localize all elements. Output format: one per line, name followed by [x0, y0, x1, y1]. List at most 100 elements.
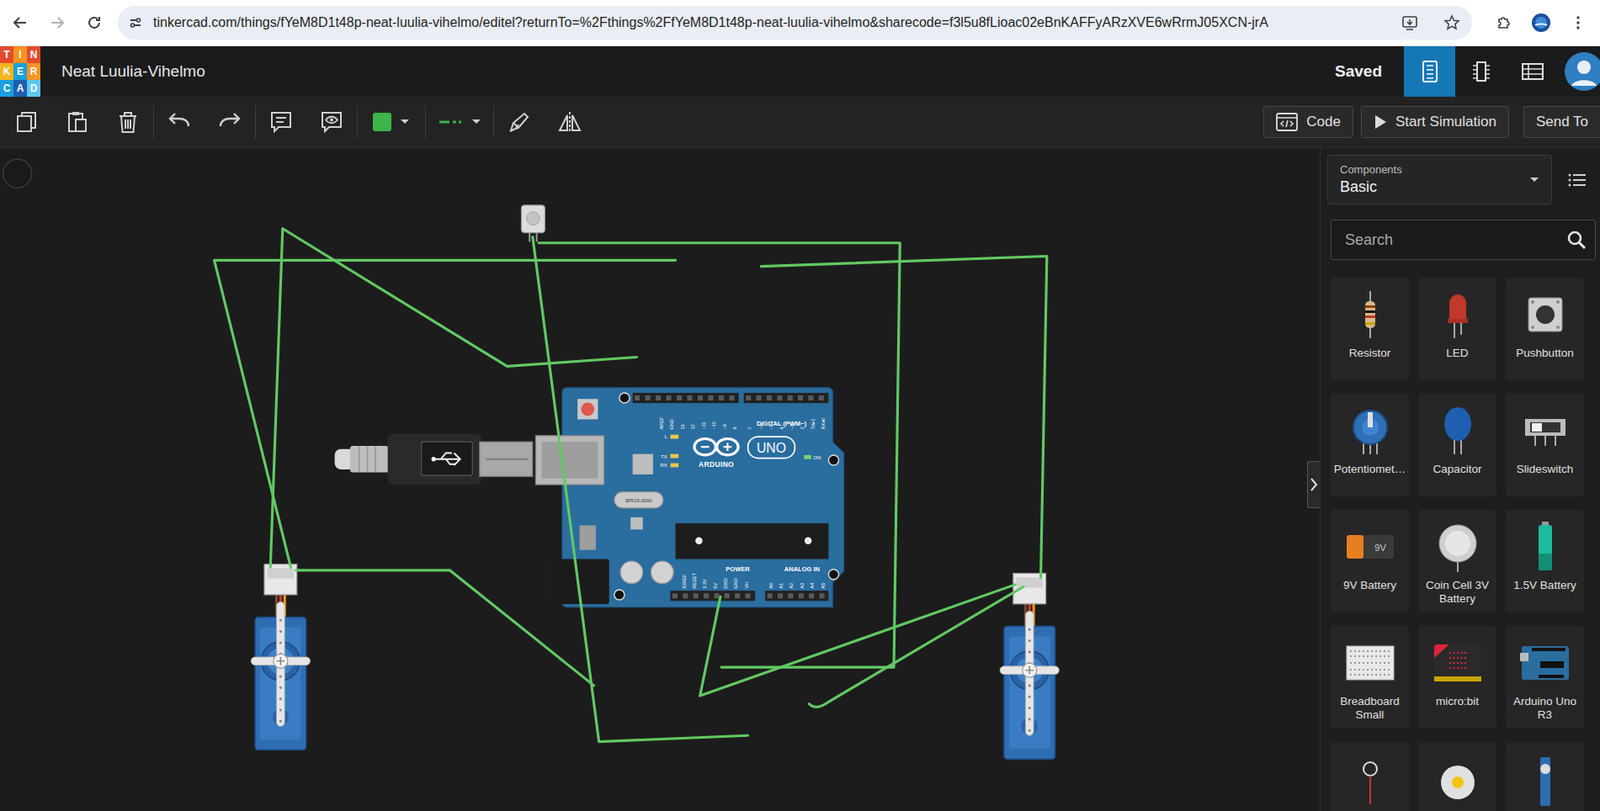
microbit-icon [1430, 636, 1485, 691]
component-item[interactable] [1505, 742, 1585, 811]
model-label: UNO [756, 441, 787, 456]
back-button[interactable] [3, 5, 38, 40]
component-item[interactable]: Pushbutton [1505, 277, 1585, 381]
component-item[interactable]: LED [1418, 277, 1497, 381]
component-item[interactable]: Slideswitch [1505, 393, 1585, 497]
toolbar-button[interactable]: Code [1263, 106, 1354, 139]
design-title[interactable]: Neat Luulia-Vihelmo [61, 62, 206, 81]
pin-label: Vin [744, 582, 750, 590]
toolbar-separator [425, 105, 426, 139]
component-item[interactable]: Arduino Uno R3 [1505, 626, 1585, 729]
copy-button[interactable] [5, 103, 48, 141]
view-button[interactable] [1455, 46, 1507, 97]
wire[interactable] [760, 256, 1047, 579]
usb-cable[interactable] [334, 433, 533, 485]
install-app-icon[interactable] [1401, 14, 1419, 32]
user-avatar[interactable] [1564, 52, 1600, 91]
site-settings-icon[interactable] [127, 15, 144, 31]
component-item[interactable] [1418, 742, 1497, 811]
undo-icon [166, 109, 192, 135]
delete-button[interactable] [106, 103, 149, 141]
component-search[interactable] [1330, 219, 1596, 261]
slideswitch-icon [1518, 403, 1573, 458]
component-label: Resistor [1349, 346, 1392, 361]
model-badge [748, 436, 796, 458]
logo-letter: K [0, 63, 14, 80]
wire[interactable] [270, 228, 637, 568]
usb-symbol-icon [433, 452, 461, 466]
browser-menu-button[interactable] [1561, 5, 1595, 40]
component-item[interactable]: micro:bit [1418, 626, 1497, 729]
component-item[interactable]: Resistor [1330, 277, 1409, 381]
tinkercad-logo[interactable]: TINKERCAD [0, 46, 41, 97]
servo-motor[interactable] [999, 574, 1059, 761]
component-item[interactable]: 9V9V Battery [1330, 510, 1409, 613]
toolbar-button[interactable]: Start Simulation [1360, 106, 1510, 139]
component-item[interactable]: Coin Cell 3V Battery [1418, 510, 1497, 613]
paste-button[interactable] [56, 103, 99, 141]
note-eye-icon [318, 109, 345, 135]
pin-label: A5 [820, 583, 826, 590]
microcontroller-chip [675, 523, 830, 559]
button-label: Start Simulation [1395, 113, 1497, 131]
wire[interactable] [532, 236, 749, 742]
pin-label: 12 [690, 424, 696, 430]
wire-color-picker[interactable] [361, 103, 421, 141]
view-button[interactable] [1506, 46, 1558, 97]
breadboard-icon [1343, 636, 1398, 691]
search-input[interactable] [1343, 230, 1567, 250]
notes-button[interactable] [260, 103, 303, 141]
arduino-board[interactable]: AREFGND1312~11~10~987~6~54~32TX▸1RX◂0DIG… [535, 388, 844, 608]
search-icon[interactable] [1566, 229, 1587, 250]
view-button[interactable] [1403, 46, 1456, 97]
flip-button[interactable] [548, 103, 591, 141]
category-dropdown[interactable]: ComponentsBasic [1327, 154, 1553, 205]
browser-toolbar: tinkercad.com/things/fYeM8D1t48p-neat-lu… [0, 0, 1600, 47]
toolbar-separator [356, 105, 358, 139]
forward-button[interactable] [40, 5, 75, 40]
component-item[interactable]: 1.5V Battery [1505, 510, 1585, 613]
reset-button[interactable] [577, 398, 598, 420]
servo-icon [1518, 752, 1573, 807]
pin-label: AREF [659, 416, 665, 430]
wire-style-picker[interactable] [430, 103, 490, 141]
wire[interactable] [808, 586, 1024, 707]
trash-icon [115, 109, 141, 135]
mount-hole [828, 455, 839, 466]
address-bar[interactable]: tinkercad.com/things/fYeM8D1t48p-neat-lu… [117, 5, 1473, 40]
profile-button[interactable] [1524, 5, 1558, 40]
canvas-area[interactable]: AREFGND1312~11~10~987~6~54~32TX▸1RX◂0DIG… [0, 148, 1320, 811]
component-list-icon [1520, 61, 1545, 82]
component-label: Potentiomet… [1334, 462, 1407, 477]
component-item[interactable]: Capacitor [1418, 393, 1497, 497]
undo-button[interactable] [158, 103, 201, 141]
wire[interactable] [214, 260, 676, 568]
extensions-button[interactable] [1487, 5, 1521, 40]
battery15v-icon [1518, 520, 1573, 575]
component-label: Coin Cell 3V Battery [1419, 579, 1495, 606]
component-item[interactable]: Breadboard Small [1330, 626, 1409, 729]
dropdown-label: Components [1339, 163, 1530, 176]
circuit-canvas[interactable]: AREFGND1312~11~10~987~6~54~32TX▸1RX◂0DIG… [0, 148, 1320, 811]
bookmark-star-icon[interactable] [1443, 14, 1461, 32]
usb-plug-body [388, 433, 483, 485]
notes-visibility-button[interactable] [310, 103, 353, 141]
component-item[interactable]: Potentiomet… [1330, 393, 1409, 497]
toolbar-separator [255, 105, 256, 139]
led-label: RX [659, 462, 667, 468]
redo-button[interactable] [208, 103, 251, 141]
wire[interactable] [296, 570, 595, 686]
toolbar-button[interactable]: Send To [1523, 106, 1600, 139]
servo-motor[interactable] [250, 564, 310, 751]
reload-button[interactable] [77, 5, 112, 40]
wire[interactable] [700, 584, 1016, 697]
list-view-button[interactable] [1564, 167, 1590, 193]
forward-arrow-icon [48, 14, 66, 32]
status-led [669, 463, 679, 468]
component-item[interactable] [1330, 742, 1409, 811]
toolbar-separator [493, 105, 495, 139]
resistor-icon [1343, 287, 1398, 342]
collapse-panel-button[interactable] [1307, 461, 1320, 509]
zoom-fit-button[interactable] [3, 159, 32, 188]
draw-wire-button[interactable] [498, 103, 541, 141]
